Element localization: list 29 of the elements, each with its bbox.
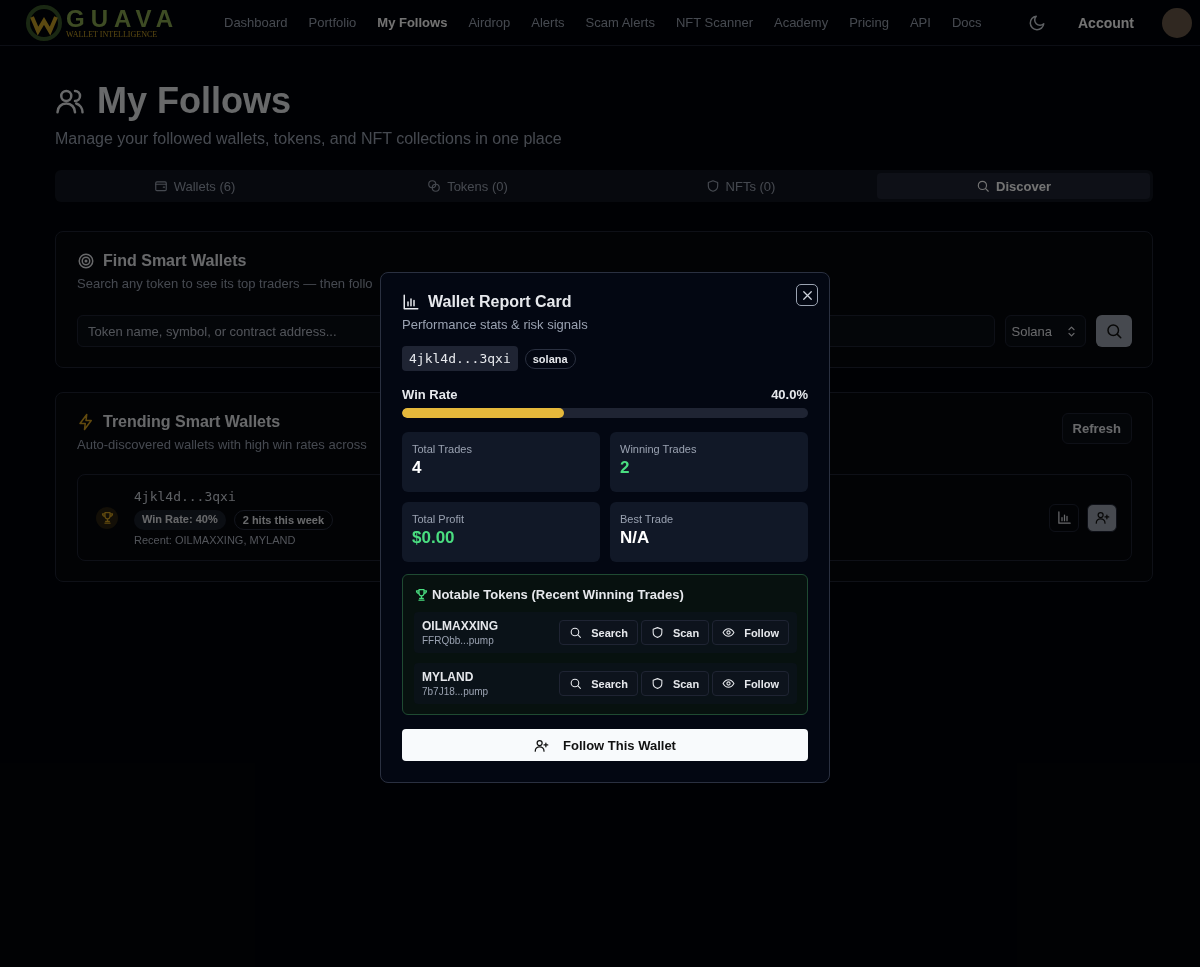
stat-value: $0.00 <box>412 528 456 548</box>
wallet-address: 4jkl4d...3qxi <box>134 489 237 504</box>
token-address: 7b7J18...pump <box>422 686 489 697</box>
stat-value: 2 <box>620 458 631 478</box>
dialog-title: Wallet Report Card <box>428 293 572 311</box>
logo-tagline: WALLET INTELLIGENCE <box>66 30 159 39</box>
stat-label: Total Trades <box>412 443 473 455</box>
stat-value: 4 <box>412 458 423 478</box>
token-symbol: OILMAXXING <box>422 619 498 633</box>
dialog-subtitle: Performance stats & risk signals <box>402 317 589 332</box>
win-rate-value: 40.0% <box>771 387 808 402</box>
recent-tokens-text: Recent: OILMAXXING, MYLAND <box>134 534 296 546</box>
card-title: Trending Smart Wallets <box>103 413 281 431</box>
logo-wordmark: GUAVA <box>66 6 180 31</box>
card-description: Search any token to see its top traders — then follo <box>77 276 374 291</box>
stat-value: N/A <box>620 528 651 548</box>
stat-label: Best Trade <box>620 513 675 525</box>
token-symbol: MYLAND <box>422 670 475 684</box>
panel-title: Notable Tokens (Recent Winning Trades) <box>432 587 684 602</box>
stat-label: Total Profit <box>412 513 465 525</box>
card-title: Find Smart Wallets <box>103 252 247 270</box>
stat-label: Winning Trades <box>620 443 698 455</box>
win-rate-label: Win Rate <box>402 387 458 402</box>
token-address: FFRQbb...pump <box>422 635 495 646</box>
page-title: My Follows <box>97 80 291 122</box>
card-description: Auto-discovered wallets with high win rates across <box>77 437 367 452</box>
page-subtitle: Manage your followed wallets, tokens, and NFT collections in one place <box>55 130 563 148</box>
win-rate-badge: Win Rate: 40% <box>134 510 226 530</box>
wallet-address: 4jkl4d...3qxi <box>402 346 518 371</box>
